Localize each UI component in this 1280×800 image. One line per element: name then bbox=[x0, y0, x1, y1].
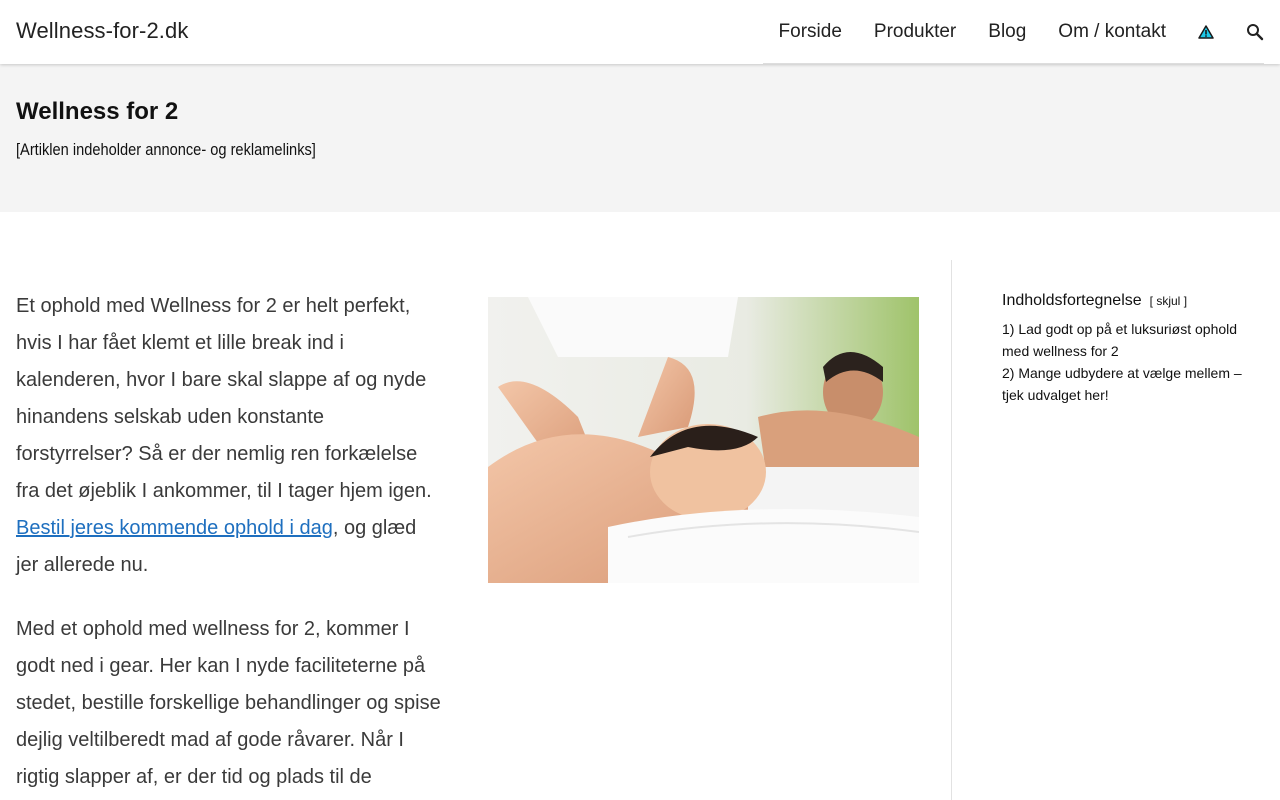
massage-photo bbox=[488, 297, 919, 583]
toc-toggle[interactable]: [ skjul ] bbox=[1150, 294, 1187, 308]
toc-list: 1) Lad godt op på et luksuriøst ophold m… bbox=[1002, 318, 1252, 406]
warning-triangle-icon[interactable] bbox=[1198, 24, 1214, 39]
nav-om-kontakt[interactable]: Om / kontakt bbox=[1058, 0, 1166, 64]
article-paragraph-1: Et ophold med Wellness for 2 er helt per… bbox=[16, 288, 444, 584]
page-title: Wellness for 2 bbox=[16, 98, 179, 125]
site-header: Wellness-for-2.dk Forside Produkter Blog… bbox=[0, 0, 1280, 64]
paragraph-text: Et ophold med Wellness for 2 er helt per… bbox=[16, 295, 432, 502]
toc-header: Indholdsfortegnelse [ skjul ] bbox=[1002, 292, 1252, 310]
toc-item[interactable]: 2) Mange udbydere at vælge mellem – tjek… bbox=[1002, 362, 1252, 406]
nav-forside[interactable]: Forside bbox=[779, 0, 842, 64]
ad-disclaimer: [Artiklen indeholder annonce- og reklame… bbox=[16, 140, 316, 159]
search-icon[interactable] bbox=[1246, 23, 1264, 41]
page-hero: Wellness for 2 [Artiklen indeholder anno… bbox=[0, 64, 1280, 212]
main-nav: Forside Produkter Blog Om / kontakt bbox=[762, 0, 1264, 64]
article-paragraph-2: Med et ophold med wellness for 2, kommer… bbox=[16, 618, 441, 788]
article-body: Et ophold med Wellness for 2 er helt per… bbox=[16, 288, 444, 800]
toc-item[interactable]: 1) Lad godt op på et luksuriøst ophold m… bbox=[1002, 318, 1252, 362]
sidebar-divider bbox=[951, 260, 952, 800]
toc-heading: Indholdsfortegnelse bbox=[1002, 292, 1142, 309]
booking-link[interactable]: Bestil jeres kommende ophold i dag bbox=[16, 517, 333, 539]
site-title[interactable]: Wellness-for-2.dk bbox=[16, 18, 188, 44]
nav-blog[interactable]: Blog bbox=[988, 0, 1026, 64]
nav-produkter[interactable]: Produkter bbox=[874, 0, 956, 64]
toc-hide-link[interactable]: skjul bbox=[1156, 294, 1180, 308]
bracket-open: [ bbox=[1149, 294, 1153, 308]
bracket-close: ] bbox=[1183, 294, 1188, 308]
table-of-contents: Indholdsfortegnelse [ skjul ] 1) Lad god… bbox=[1002, 292, 1252, 406]
